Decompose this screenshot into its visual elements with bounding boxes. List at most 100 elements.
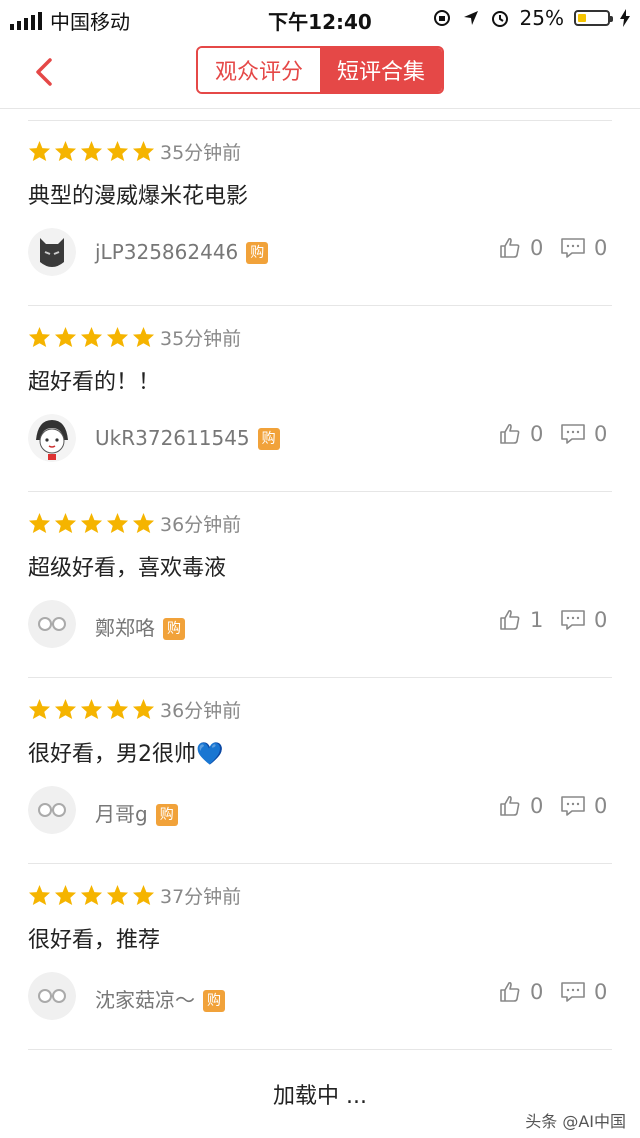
comment-button[interactable]: 0 xyxy=(560,980,607,1004)
review-time: 35分钟前 xyxy=(160,328,242,350)
star-rating xyxy=(28,698,155,720)
star-rating xyxy=(28,512,155,534)
comment-count: 0 xyxy=(594,794,608,818)
review-content: 很好看，男2很帅💙 xyxy=(28,742,224,767)
review-item: 37分钟前 很好看，推荐 沈家菇凉～ 购 0 0 xyxy=(0,864,640,1050)
user-name-row: UkR372611545 购 xyxy=(95,426,280,450)
star-icon xyxy=(28,140,51,162)
thumbs-up-icon xyxy=(500,981,520,1002)
location-icon xyxy=(463,11,478,25)
status-right: 25% xyxy=(432,6,630,30)
star-icon xyxy=(54,884,77,906)
star-icon xyxy=(28,326,51,348)
purchase-badge: 购 xyxy=(257,428,280,450)
back-arrow-icon[interactable] xyxy=(24,52,64,92)
status-bar: 中国移动 下午12:40 25% xyxy=(0,0,640,36)
comment-icon xyxy=(561,796,585,816)
star-icon xyxy=(28,884,51,906)
glasses-avatar-icon xyxy=(28,972,76,1020)
comment-count: 0 xyxy=(594,980,608,1004)
like-count: 0 xyxy=(530,422,544,446)
battery-percent: 25% xyxy=(519,6,564,30)
user-name[interactable]: 沈家菇凉～ xyxy=(95,988,195,1012)
like-button[interactable]: 0 xyxy=(498,422,543,446)
tab-audience-rating[interactable]: 观众评分 xyxy=(198,48,320,92)
avatar[interactable] xyxy=(28,786,76,834)
watermark: 头条 @AI中国 xyxy=(525,1112,626,1131)
battery-icon xyxy=(574,10,613,26)
user-name[interactable]: 月哥g xyxy=(95,802,148,826)
user-name-row: 月哥g 购 xyxy=(95,798,178,827)
review-content: 典型的漫威爆米花电影 xyxy=(28,184,249,209)
review-item: 35分钟前 典型的漫威爆米花电影 jLP325862446 购 0 0 xyxy=(0,120,640,306)
star-icon xyxy=(132,140,155,162)
purchase-badge: 购 xyxy=(163,618,185,640)
comment-button[interactable]: 0 xyxy=(560,236,607,260)
comment-button[interactable]: 0 xyxy=(560,608,607,632)
review-content: 很好看，推荐 xyxy=(28,928,161,953)
like-button[interactable]: 1 xyxy=(498,608,543,632)
review-item: 36分钟前 很好看，男2很帅💙 月哥g 购 0 0 xyxy=(0,678,640,864)
review-content: 超好看的！！ xyxy=(28,370,161,395)
purchase-badge: 购 xyxy=(155,804,178,826)
star-icon xyxy=(106,140,129,162)
star-icon xyxy=(28,512,51,534)
star-icon xyxy=(28,698,51,720)
star-icon xyxy=(106,698,129,720)
comment-button[interactable]: 0 xyxy=(560,794,607,818)
star-rating xyxy=(28,140,155,162)
comment-icon xyxy=(561,982,585,1002)
nav-bar: 观众评分 短评合集 xyxy=(0,36,640,109)
like-button[interactable]: 0 xyxy=(498,794,543,818)
like-button[interactable]: 0 xyxy=(498,236,543,260)
review-item: 36分钟前 超级好看，喜欢毒液 鄭郑咯购 1 0 xyxy=(0,492,640,678)
loading-indicator: 加载中 ... xyxy=(273,1084,367,1109)
review-time: 36分钟前 xyxy=(160,514,242,536)
star-icon xyxy=(80,140,103,162)
like-count: 1 xyxy=(530,608,544,632)
avatar[interactable] xyxy=(28,600,76,648)
charging-icon xyxy=(620,9,630,27)
comment-count: 0 xyxy=(594,608,608,632)
like-count: 0 xyxy=(530,794,544,818)
thumbs-up-icon xyxy=(500,237,520,258)
comment-count: 0 xyxy=(594,422,608,446)
like-button[interactable]: 0 xyxy=(498,980,543,1004)
user-name[interactable]: 鄭郑咯 xyxy=(95,616,155,640)
avatar[interactable] xyxy=(28,972,76,1020)
star-icon xyxy=(80,512,103,534)
like-count: 0 xyxy=(530,236,544,260)
glasses-avatar-icon xyxy=(28,786,76,834)
glasses-avatar-icon xyxy=(28,600,76,648)
thumbs-up-icon xyxy=(500,423,520,444)
comment-icon xyxy=(561,424,585,444)
star-rating xyxy=(28,326,155,348)
user-name[interactable]: UkR372611545 xyxy=(95,426,250,450)
thumbs-up-icon xyxy=(500,795,520,816)
star-icon xyxy=(106,512,129,534)
tab-short-reviews[interactable]: 短评合集 xyxy=(320,48,442,92)
comment-button[interactable]: 0 xyxy=(560,422,607,446)
user-name-row: jLP325862446 购 xyxy=(95,240,269,264)
segmented-control: 观众评分 短评合集 xyxy=(196,46,444,94)
purchase-badge: 购 xyxy=(203,990,225,1012)
star-icon xyxy=(80,326,103,348)
user-name-row: 沈家菇凉～ 购 xyxy=(95,984,225,1013)
avatar[interactable] xyxy=(28,228,76,276)
star-rating xyxy=(28,884,155,906)
star-icon xyxy=(132,326,155,348)
star-icon xyxy=(54,512,77,534)
review-content: 超级好看，喜欢毒液 xyxy=(28,556,227,581)
avatar[interactable] xyxy=(28,414,76,462)
review-time: 35分钟前 xyxy=(160,142,242,164)
user-name-row: 鄭郑咯购 xyxy=(95,612,185,641)
thumbs-up-icon xyxy=(500,609,520,630)
star-icon xyxy=(54,140,77,162)
divider xyxy=(28,1049,612,1050)
star-icon xyxy=(54,698,77,720)
alarm-icon xyxy=(491,11,508,27)
star-icon xyxy=(80,884,103,906)
user-name[interactable]: jLP325862446 xyxy=(95,240,238,264)
star-icon xyxy=(54,326,77,348)
star-icon xyxy=(80,698,103,720)
